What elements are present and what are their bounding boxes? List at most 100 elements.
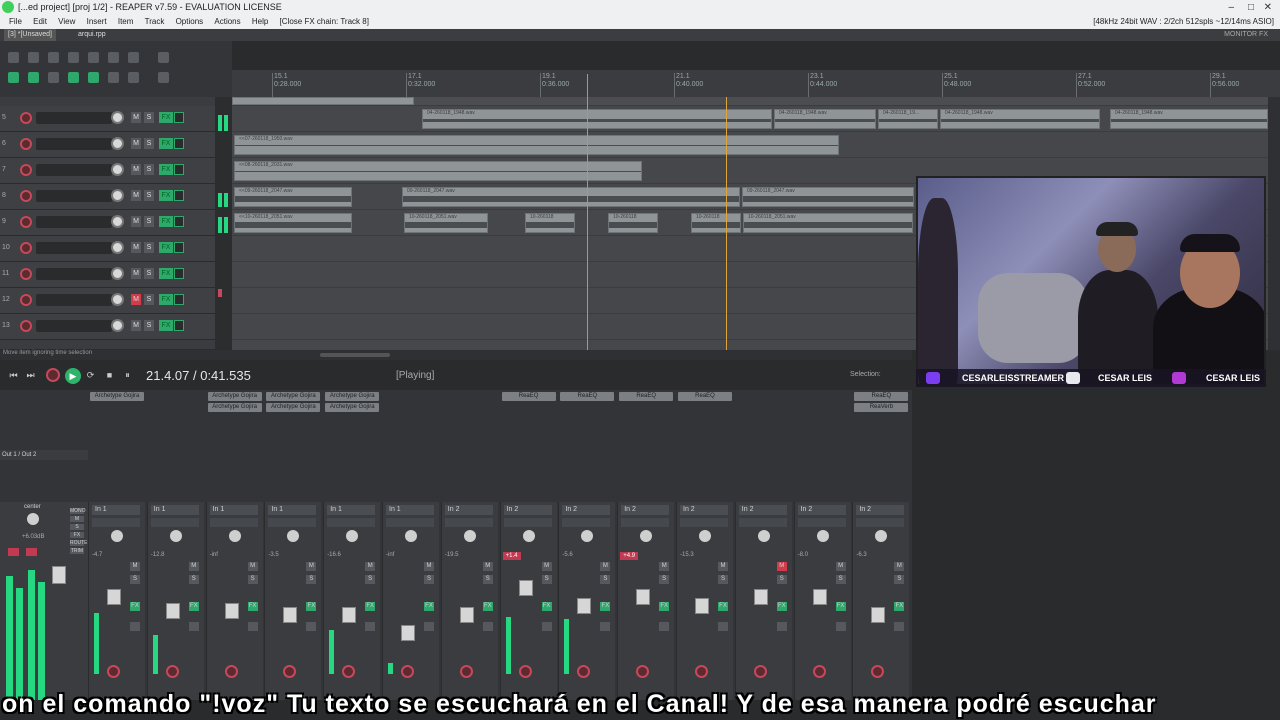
go-to-end-icon[interactable]: ⏭ (25, 370, 36, 381)
pan-knob[interactable] (346, 530, 359, 542)
menu-track[interactable]: Track (145, 15, 165, 29)
mute-button[interactable]: M (424, 562, 434, 571)
track-header[interactable]: 8 M S FX (0, 184, 215, 210)
peak-indicator[interactable]: +4.9 (620, 552, 639, 560)
mute-button[interactable]: M (600, 562, 611, 571)
record-arm-icon[interactable] (459, 665, 473, 678)
routing-row[interactable] (562, 518, 611, 527)
pan-knob[interactable] (169, 530, 182, 542)
track-header[interactable]: 9 M S FX (0, 210, 215, 236)
track-name-field[interactable] (36, 216, 112, 228)
solo-button[interactable]: S (144, 242, 154, 253)
track-name-field[interactable] (36, 164, 112, 176)
volume-fader[interactable] (165, 602, 180, 619)
mute-button[interactable]: M (131, 216, 141, 227)
media-item[interactable]: 10-260118_2051.wav (404, 213, 488, 233)
vertical-scrollbar[interactable] (1268, 97, 1280, 350)
strip-option-button[interactable] (365, 622, 376, 631)
fx-button[interactable]: FX (188, 602, 199, 611)
record-arm-icon[interactable] (20, 294, 32, 306)
strip-option-button[interactable] (835, 622, 846, 631)
fx-bypass-icon[interactable] (174, 268, 184, 279)
mute-button[interactable]: M (776, 562, 787, 571)
solo-button[interactable]: S (247, 575, 258, 584)
media-item[interactable]: 04-260118_1948.wav (1110, 109, 1268, 129)
media-item[interactable]: <<08-260118_2031.wav (234, 161, 642, 181)
mute-button[interactable]: M (365, 562, 376, 571)
media-item[interactable]: 04-260118_19... (878, 109, 938, 129)
record-arm-icon[interactable] (20, 164, 32, 176)
volume-knob[interactable] (111, 267, 124, 280)
strip-option-button[interactable] (776, 622, 787, 631)
minimize-button[interactable]: – (1228, 0, 1234, 15)
volume-fader[interactable] (636, 589, 651, 605)
mute-button[interactable]: M (131, 164, 141, 175)
volume-knob[interactable] (111, 241, 124, 254)
volume-knob[interactable] (111, 137, 124, 150)
input-selector[interactable]: In 1 (386, 505, 434, 515)
routing-row[interactable] (444, 518, 493, 527)
pan-knob[interactable] (699, 530, 711, 542)
solo-button[interactable]: S (835, 575, 846, 584)
open-project-icon[interactable] (28, 52, 39, 63)
routing-row[interactable] (92, 518, 140, 527)
media-item[interactable]: 09-260118_2047.wav (742, 187, 914, 207)
record-arm-icon[interactable] (20, 268, 32, 280)
solo-button[interactable]: S (424, 575, 434, 584)
volume-fader[interactable] (107, 589, 121, 605)
master-mono-button[interactable]: MONO (70, 508, 86, 514)
record-arm-icon[interactable] (283, 665, 297, 678)
media-item[interactable]: <<07-260118_1950.wav (234, 135, 839, 155)
fx-bypass-icon[interactable] (174, 294, 184, 305)
volume-knob[interactable] (111, 111, 124, 124)
volume-fader[interactable] (401, 625, 415, 641)
record-arm-icon[interactable] (20, 190, 32, 202)
loop-toggle-icon[interactable]: ⟳ (85, 370, 96, 381)
fx-button[interactable]: FX (894, 602, 905, 611)
volume-fader[interactable] (342, 607, 357, 623)
mute-button[interactable]: M (188, 562, 199, 571)
solo-button[interactable]: S (188, 575, 199, 584)
master-mute-button[interactable]: M (70, 516, 84, 522)
fx-bypass-icon[interactable] (174, 138, 184, 149)
pan-knob[interactable] (640, 530, 653, 542)
strip-option-button[interactable] (130, 622, 140, 631)
media-item[interactable]: 09-260118_2047.wav (402, 187, 740, 207)
tab-project[interactable]: [3] *[Unsaved] (4, 29, 56, 41)
fx-bypass-icon[interactable] (174, 112, 184, 123)
routing-row[interactable] (150, 518, 199, 527)
track-header[interactable]: 5 M S FX (0, 106, 215, 132)
routing-row[interactable] (503, 518, 552, 527)
record-arm-icon[interactable] (20, 138, 32, 150)
master-routing[interactable]: Out 1 / Out 2 (0, 450, 88, 460)
record-arm-icon[interactable] (695, 665, 708, 678)
save-project-icon[interactable] (48, 52, 59, 63)
strip-option-button[interactable] (600, 622, 611, 631)
track-header[interactable]: 12 M S FX (0, 288, 215, 314)
track-header[interactable]: 11 M S FX (0, 262, 215, 288)
media-item[interactable]: 04-260118_1948.wav (774, 109, 876, 129)
strip-option-button[interactable] (482, 622, 493, 631)
record-arm-icon[interactable] (812, 665, 826, 678)
input-selector[interactable]: In 1 (92, 505, 140, 515)
ripple-edit-icon[interactable] (28, 72, 39, 83)
track-name-field[interactable] (36, 320, 112, 332)
master-route-button[interactable]: ROUTE (70, 540, 88, 546)
solo-button[interactable]: S (718, 575, 728, 584)
record-arm-icon[interactable] (342, 665, 356, 678)
undo-icon[interactable] (88, 52, 99, 63)
strip-option-button[interactable] (247, 622, 258, 631)
solo-button[interactable]: S (130, 575, 140, 584)
strip-option-button[interactable] (306, 622, 317, 631)
fx-button[interactable]: FX (159, 112, 173, 123)
routing-row[interactable] (268, 518, 317, 527)
record-arm-icon[interactable] (636, 665, 650, 678)
fx-button[interactable]: FX (541, 602, 552, 611)
fx-button[interactable]: FX (659, 602, 670, 611)
menu-insert[interactable]: Insert (87, 15, 107, 29)
record-arm-icon[interactable] (401, 665, 414, 678)
volume-fader[interactable] (695, 598, 709, 614)
fx-bypass-icon[interactable] (174, 190, 184, 201)
strip-option-button[interactable] (424, 622, 434, 631)
solo-button[interactable]: S (144, 138, 154, 149)
